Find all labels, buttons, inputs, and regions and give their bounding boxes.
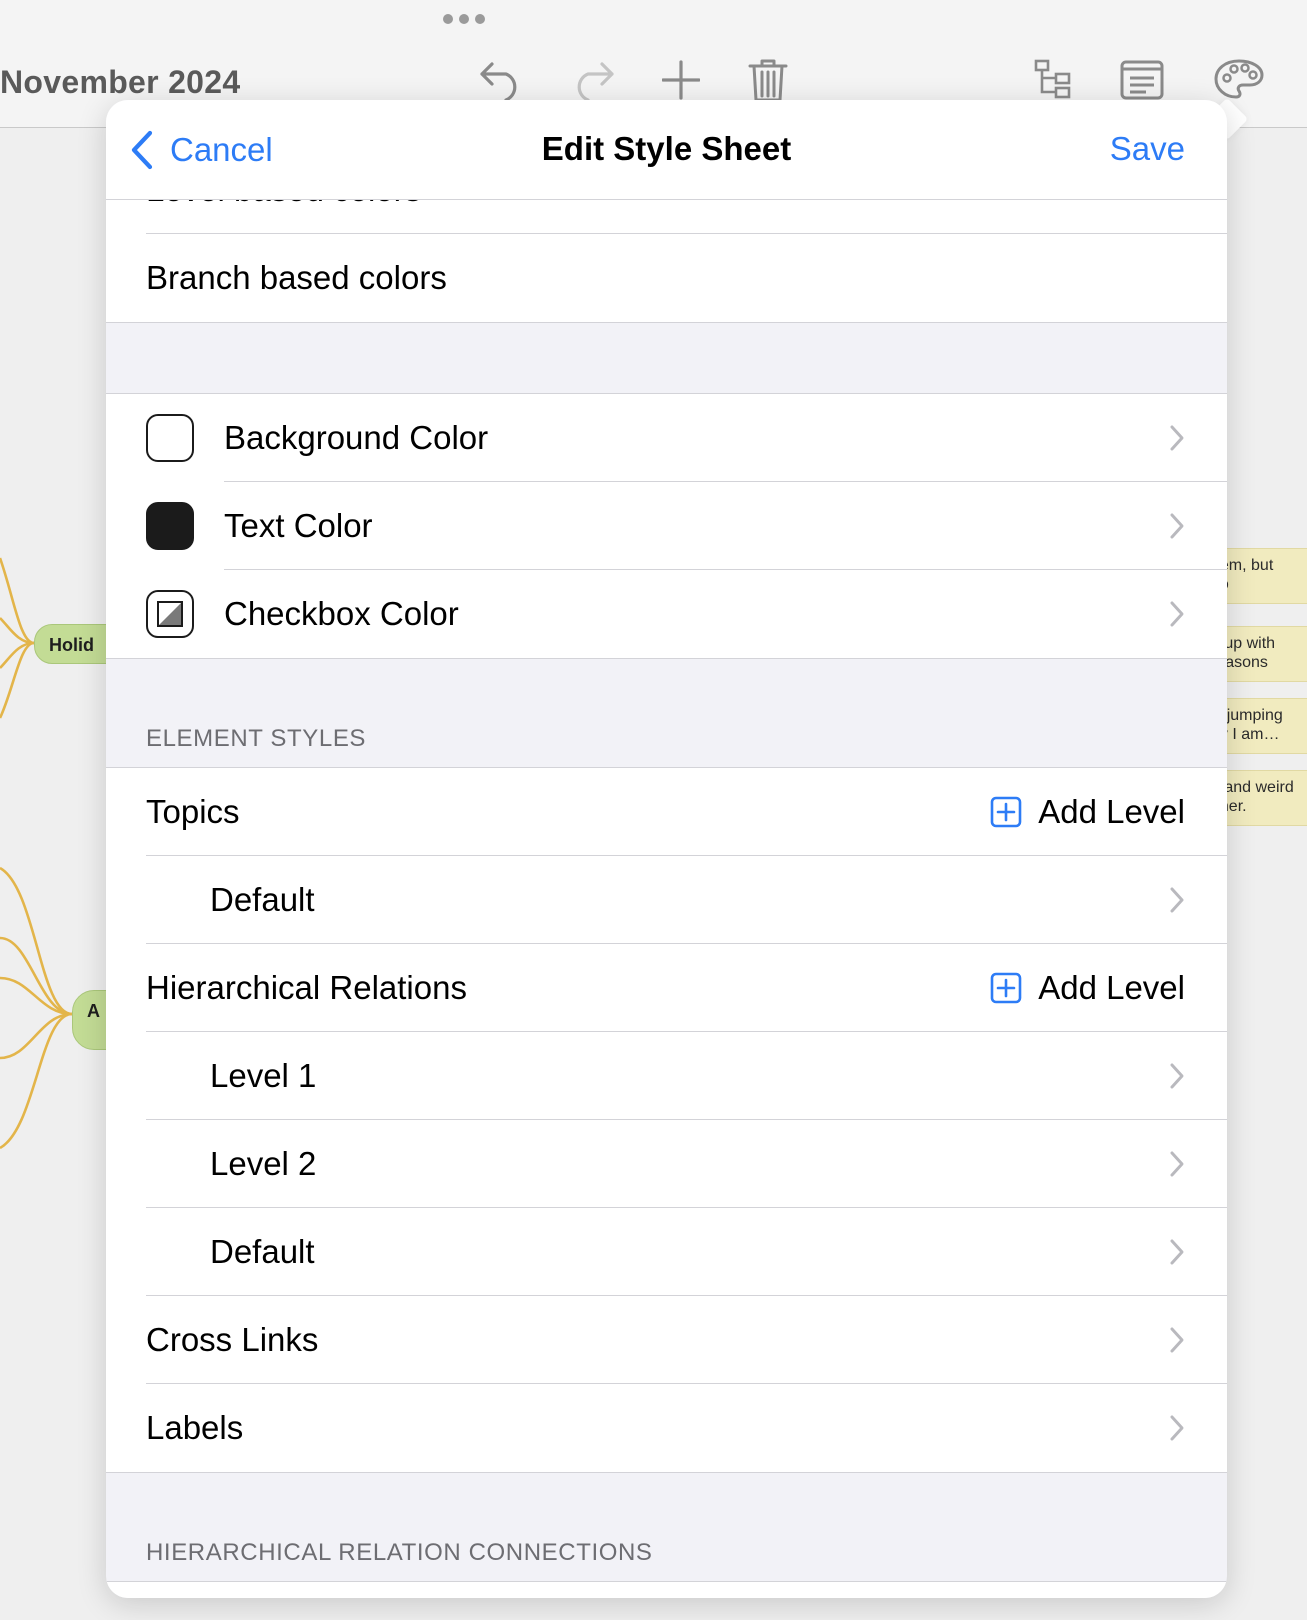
- undo-icon[interactable]: [478, 58, 524, 100]
- checkbox-icon: [157, 601, 183, 627]
- chevron-right-icon: [1170, 1151, 1184, 1177]
- chevron-right-icon: [1170, 1063, 1184, 1089]
- document-title: November 2024: [0, 64, 241, 100]
- element-styles-header: ELEMENT STYLES: [146, 725, 367, 752]
- edit-style-sheet-popover: Cancel Edit Style Sheet Save Level based…: [106, 100, 1227, 1598]
- add-icon[interactable]: [662, 58, 700, 100]
- notes-icon[interactable]: [1120, 58, 1164, 100]
- checkbox-color-swatch: [146, 590, 194, 638]
- topics-row: Topics Add Level: [106, 768, 1227, 856]
- connections-header: HIERARCHICAL RELATION CONNECTIONS: [146, 1539, 653, 1566]
- text-color-label: Text Color: [224, 507, 373, 544]
- cross-links-label: Cross Links: [146, 1321, 319, 1358]
- plus-square-icon: [990, 972, 1022, 1004]
- branch-based-colors-option[interactable]: Branch based colors: [106, 234, 1227, 322]
- chevron-right-icon: [1170, 513, 1184, 539]
- chevron-right-icon: [1170, 1415, 1184, 1441]
- chevron-right-icon: [1170, 1239, 1184, 1265]
- level-1-label: Level 1: [210, 1057, 317, 1094]
- add-level-label: Add Level: [1038, 969, 1185, 1006]
- relations-default-row[interactable]: Default: [106, 1208, 1227, 1296]
- topics-label: Topics: [146, 793, 240, 830]
- element-styles-group: Topics Add Level Default Hierarchical Re…: [106, 767, 1227, 1473]
- window-grabber[interactable]: [443, 14, 485, 24]
- text-color-swatch: [146, 502, 194, 550]
- branch-based-colors-label: Branch based colors: [146, 259, 447, 296]
- topics-default-row[interactable]: Default: [106, 856, 1227, 944]
- connections-group: [106, 1581, 1227, 1598]
- hierarchical-relations-row: Hierarchical Relations Add Level: [106, 944, 1227, 1032]
- chevron-right-icon: [1170, 1327, 1184, 1353]
- background-color-label: Background Color: [224, 419, 489, 456]
- chevron-right-icon: [1170, 425, 1184, 451]
- redo-icon[interactable]: [570, 58, 616, 100]
- labels-row[interactable]: Labels: [106, 1384, 1227, 1472]
- plus-square-icon: [990, 796, 1022, 828]
- settings-list[interactable]: Level based colors Branch based colors B…: [106, 146, 1227, 1598]
- outline-icon[interactable]: [1034, 58, 1072, 100]
- text-color-row[interactable]: Text Color: [106, 482, 1227, 570]
- checkbox-color-label: Checkbox Color: [224, 595, 459, 632]
- relations-default-label: Default: [210, 1233, 315, 1270]
- add-level-label: Add Level: [1038, 793, 1185, 830]
- trash-icon[interactable]: [748, 58, 788, 100]
- level-2-label: Level 2: [210, 1145, 317, 1182]
- labels-label: Labels: [146, 1409, 244, 1446]
- chevron-right-icon: [1170, 887, 1184, 913]
- background-color-row[interactable]: Background Color: [106, 394, 1227, 482]
- save-button[interactable]: Save: [1110, 130, 1185, 168]
- chevron-right-icon: [1170, 601, 1184, 627]
- level-2-row[interactable]: Level 2: [106, 1120, 1227, 1208]
- topics-add-level-button[interactable]: Add Level: [990, 793, 1185, 831]
- palette-icon[interactable]: [1214, 58, 1264, 100]
- topics-default-label: Default: [210, 881, 315, 918]
- navigation-bar: Cancel Edit Style Sheet Save: [106, 100, 1227, 200]
- hierarchical-relations-label: Hierarchical Relations: [146, 969, 467, 1006]
- checkbox-color-row[interactable]: Checkbox Color: [106, 570, 1227, 658]
- sheet-title: Edit Style Sheet: [541, 130, 792, 167]
- background-color-swatch: [146, 414, 194, 462]
- relations-add-level-button[interactable]: Add Level: [990, 969, 1185, 1007]
- level-1-row[interactable]: Level 1: [106, 1032, 1227, 1120]
- colors-group: Background Color Text Color Checkbox Col…: [106, 393, 1227, 659]
- cross-links-row[interactable]: Cross Links: [106, 1296, 1227, 1384]
